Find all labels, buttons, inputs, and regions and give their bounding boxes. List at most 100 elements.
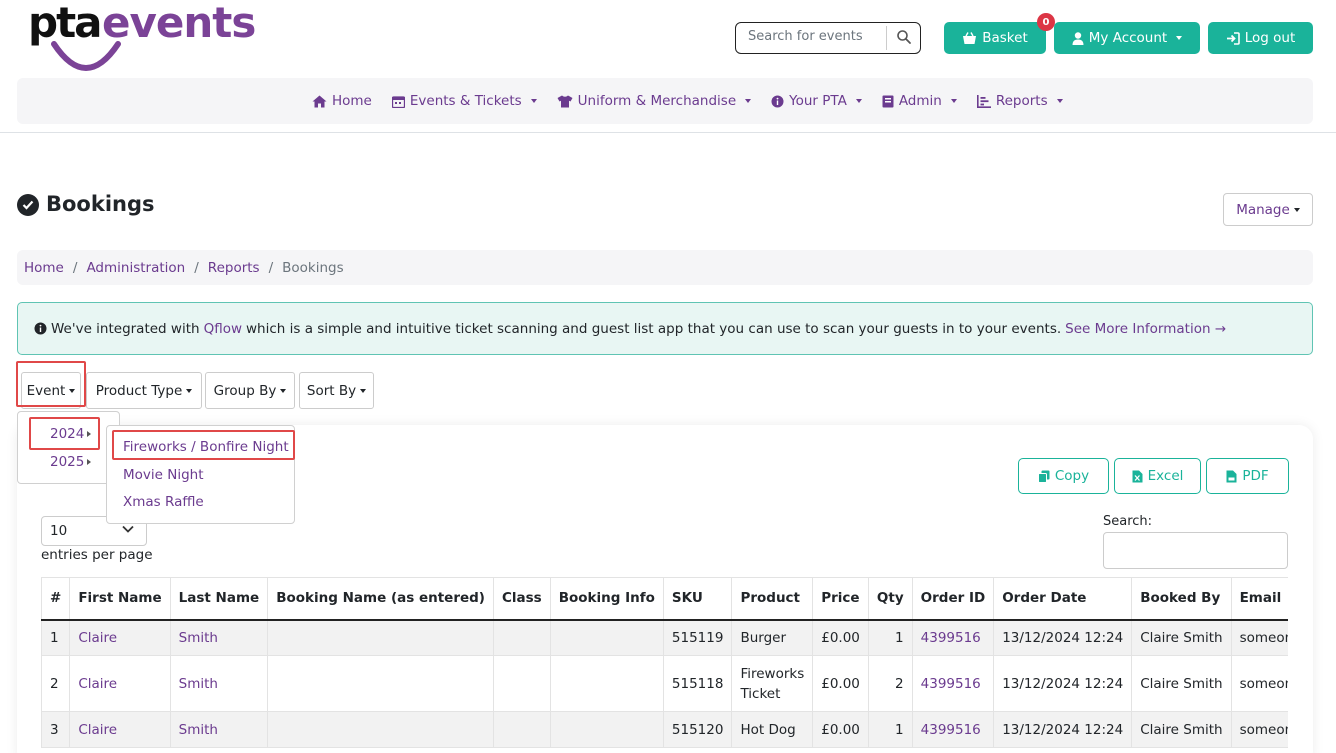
column-header-email[interactable]: Email	[1231, 577, 1288, 621]
breadcrumb-reports[interactable]: Reports	[208, 260, 260, 276]
event-movie-night[interactable]: Movie Night	[123, 467, 204, 483]
cell-first-name-link[interactable]: Claire	[69, 711, 171, 748]
highlight-event-filter	[16, 361, 86, 407]
year-2025-label: 2025	[50, 454, 85, 470]
nav-admin-label: Admin	[898, 93, 942, 109]
table-search-label: Search:	[1103, 514, 1153, 529]
highlight-year-2024	[29, 417, 100, 450]
logo-text-events: events	[102, 0, 256, 47]
column-header-class[interactable]: Class	[493, 577, 551, 621]
cell-price: £0.00	[812, 655, 869, 712]
cell-last-name-link[interactable]: Smith	[170, 619, 269, 656]
cell-order-id-link[interactable]: 4399516	[912, 619, 995, 656]
cell-order-date: 13/12/2024 12:24	[993, 711, 1133, 748]
nav-reports[interactable]: Reports	[976, 93, 1063, 109]
manage-button[interactable]: Manage	[1223, 193, 1313, 226]
pta-events-logo[interactable]: pta events	[28, 0, 256, 74]
manage-label: Manage	[1236, 201, 1290, 218]
see-more-information-link[interactable]: See More Information →	[1065, 321, 1226, 337]
cell-last-name-link[interactable]: Smith	[170, 711, 269, 748]
excel-button[interactable]: Excel	[1114, 458, 1201, 494]
copy-label: Copy	[1054, 468, 1090, 484]
cell-sku: 515119	[663, 619, 733, 656]
cell-order-id-link[interactable]: 4399516	[912, 711, 995, 748]
column-header-booking-info[interactable]: Booking Info	[550, 577, 664, 621]
cell-number: 3	[41, 711, 71, 748]
column-header-qty[interactable]: Qty	[868, 577, 913, 621]
cell-booking-name	[267, 655, 494, 712]
info-icon	[34, 322, 47, 335]
breadcrumb-administration[interactable]: Administration	[86, 260, 185, 276]
nav-home[interactable]: Home	[312, 93, 372, 109]
chevron-down-icon	[855, 99, 862, 103]
chevron-down-icon	[280, 388, 287, 393]
sort-by-filter-button[interactable]: Sort By	[299, 372, 374, 409]
column-header-booked-by[interactable]: Booked By	[1131, 577, 1232, 621]
breadcrumb-home[interactable]: Home	[24, 260, 64, 276]
cell-first-name-link[interactable]: Claire	[69, 619, 171, 656]
event-search-input[interactable]	[748, 29, 888, 44]
cell-price: £0.00	[812, 619, 869, 656]
nav-reports-label: Reports	[995, 93, 1048, 109]
cell-sku: 515118	[663, 655, 733, 712]
cell-booked-by: Claire Smith	[1131, 711, 1232, 748]
event-xmas-raffle[interactable]: Xmas Raffle	[123, 494, 204, 510]
cell-order-date: 13/12/2024 12:24	[993, 619, 1133, 656]
cell-number: 1	[41, 619, 71, 656]
cell-qty: 2	[868, 655, 913, 712]
table-row: 2 Claire Smith 515118 Fireworks Ticket £…	[41, 655, 1288, 712]
cell-qty: 1	[868, 711, 913, 748]
qflow-info-alert: We've integrated with Qflow which is a s…	[17, 302, 1313, 355]
basket-button[interactable]: Basket	[944, 22, 1046, 54]
logout-button[interactable]: Log out	[1208, 22, 1313, 54]
cell-booking-name	[267, 711, 494, 748]
nav-events-tickets[interactable]: Events & Tickets	[391, 93, 537, 109]
column-header-sku[interactable]: SKU	[663, 577, 733, 621]
cell-booked-by: Claire Smith	[1131, 655, 1232, 712]
chevron-down-icon	[1056, 99, 1063, 103]
book-icon	[882, 95, 894, 107]
chevron-down-icon	[1176, 36, 1183, 40]
column-header-price[interactable]: Price	[812, 577, 869, 621]
cell-last-name-link[interactable]: Smith	[170, 655, 269, 712]
copy-button[interactable]: Copy	[1018, 458, 1109, 494]
group-by-filter-button[interactable]: Group By	[205, 372, 295, 409]
logout-label: Log out	[1244, 30, 1296, 46]
column-header-order-id[interactable]: Order ID	[912, 577, 995, 621]
search-icon[interactable]	[896, 29, 912, 45]
product-type-filter-button[interactable]: Product Type	[86, 372, 202, 409]
alert-text-after: which is a simple and intuitive ticket s…	[246, 320, 1062, 337]
caret-right-icon	[87, 459, 92, 465]
cell-email: someone@test.com	[1231, 711, 1288, 748]
year-2025-item[interactable]: 2025	[50, 454, 92, 470]
nav-admin[interactable]: Admin	[882, 93, 957, 109]
cell-product: Fireworks Ticket	[731, 655, 814, 712]
cell-class	[493, 619, 551, 656]
see-more-label: See More Information	[1065, 320, 1211, 337]
column-header-last-name[interactable]: Last Name	[170, 577, 269, 621]
table-search-input[interactable]	[1103, 532, 1288, 569]
cell-price: £0.00	[812, 711, 869, 748]
cell-first-name-link[interactable]: Claire	[69, 655, 171, 712]
breadcrumb-separator: /	[268, 259, 274, 276]
my-account-button[interactable]: My Account	[1054, 22, 1200, 54]
column-header-number[interactable]: #	[41, 577, 71, 621]
qflow-link[interactable]: Qflow	[204, 321, 242, 337]
sign-in-icon	[1226, 31, 1240, 45]
table-row: 3 Claire Smith 515120 Hot Dog £0.00 1 43…	[41, 711, 1288, 748]
chevron-down-icon	[122, 525, 134, 533]
pdf-button[interactable]: PDF	[1206, 458, 1289, 494]
column-header-product[interactable]: Product	[731, 577, 814, 621]
nav-your-pta[interactable]: Your PTA	[771, 93, 862, 109]
cell-sku: 515120	[663, 711, 733, 748]
breadcrumb-current: Bookings	[282, 259, 344, 276]
column-header-booking-name[interactable]: Booking Name (as entered)	[267, 577, 494, 621]
column-header-first-name[interactable]: First Name	[69, 577, 171, 621]
check-circle-icon	[17, 194, 39, 216]
user-icon	[1072, 31, 1084, 45]
cell-order-id-link[interactable]: 4399516	[912, 655, 995, 712]
column-header-order-date[interactable]: Order Date	[993, 577, 1133, 621]
group-by-label: Group By	[213, 382, 277, 399]
calendar-icon	[391, 95, 405, 108]
nav-uniform-merchandise[interactable]: Uniform & Merchandise	[557, 93, 752, 109]
